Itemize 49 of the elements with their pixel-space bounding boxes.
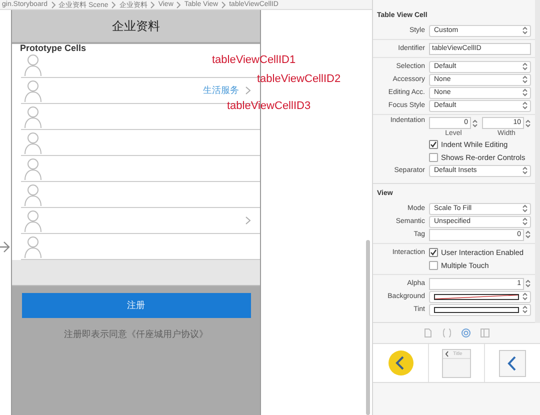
table-cell[interactable] xyxy=(21,182,260,208)
updown-icon xyxy=(522,305,528,314)
updown-icon xyxy=(522,75,528,84)
cell-identifier-label: tableViewCellID1 xyxy=(212,54,296,66)
chevron-icon xyxy=(50,0,56,8)
color-well[interactable] xyxy=(429,290,531,302)
person-icon xyxy=(24,156,42,180)
updown-icon xyxy=(522,62,528,71)
chevron-icon xyxy=(111,0,116,8)
table-cell[interactable] xyxy=(21,156,260,182)
person-icon xyxy=(24,52,42,76)
chevron-icon xyxy=(221,0,226,8)
updown-icon xyxy=(522,88,528,97)
arrow-icon xyxy=(0,240,10,254)
table-cell[interactable] xyxy=(21,130,260,156)
updown-icon xyxy=(522,166,528,175)
cell-detail-text: 生活服务 xyxy=(203,84,239,97)
updown-icon xyxy=(522,292,528,301)
person-icon xyxy=(24,130,42,154)
section-header: Prototype Cells xyxy=(19,44,88,52)
updown-icon xyxy=(522,217,528,226)
cell-identifier-label: tableViewCellID2 xyxy=(257,73,341,85)
back-chevron-icon xyxy=(445,350,449,356)
media-icon[interactable] xyxy=(480,328,490,338)
table-cell[interactable] xyxy=(21,208,260,234)
stepper-icon[interactable] xyxy=(525,118,531,128)
updown-icon xyxy=(522,101,528,110)
color-well[interactable] xyxy=(429,304,531,316)
register-button[interactable]: 注册 xyxy=(22,293,250,318)
file-icon[interactable] xyxy=(423,328,433,338)
updown-icon xyxy=(522,204,528,213)
person-icon xyxy=(24,208,42,232)
scrollbar[interactable] xyxy=(366,240,370,415)
stepper-icon[interactable] xyxy=(525,230,531,239)
person-icon xyxy=(24,104,42,128)
chevron-icon xyxy=(150,0,156,8)
stepper-icon[interactable] xyxy=(472,118,478,128)
chevron-icon xyxy=(176,0,182,8)
person-icon xyxy=(24,182,42,206)
person-icon xyxy=(24,234,42,258)
updown-icon xyxy=(522,26,528,35)
braces-icon[interactable] xyxy=(442,328,452,338)
library-icon[interactable] xyxy=(461,328,471,338)
back-button-icon xyxy=(388,350,414,376)
navigation-bar-title: 企业资料 xyxy=(12,10,260,44)
stepper-icon[interactable] xyxy=(525,279,531,288)
person-icon xyxy=(24,78,42,102)
agreement-text: 注册即表示同意《仟座城用户协议》 xyxy=(64,328,208,341)
back-button-icon xyxy=(499,350,526,376)
